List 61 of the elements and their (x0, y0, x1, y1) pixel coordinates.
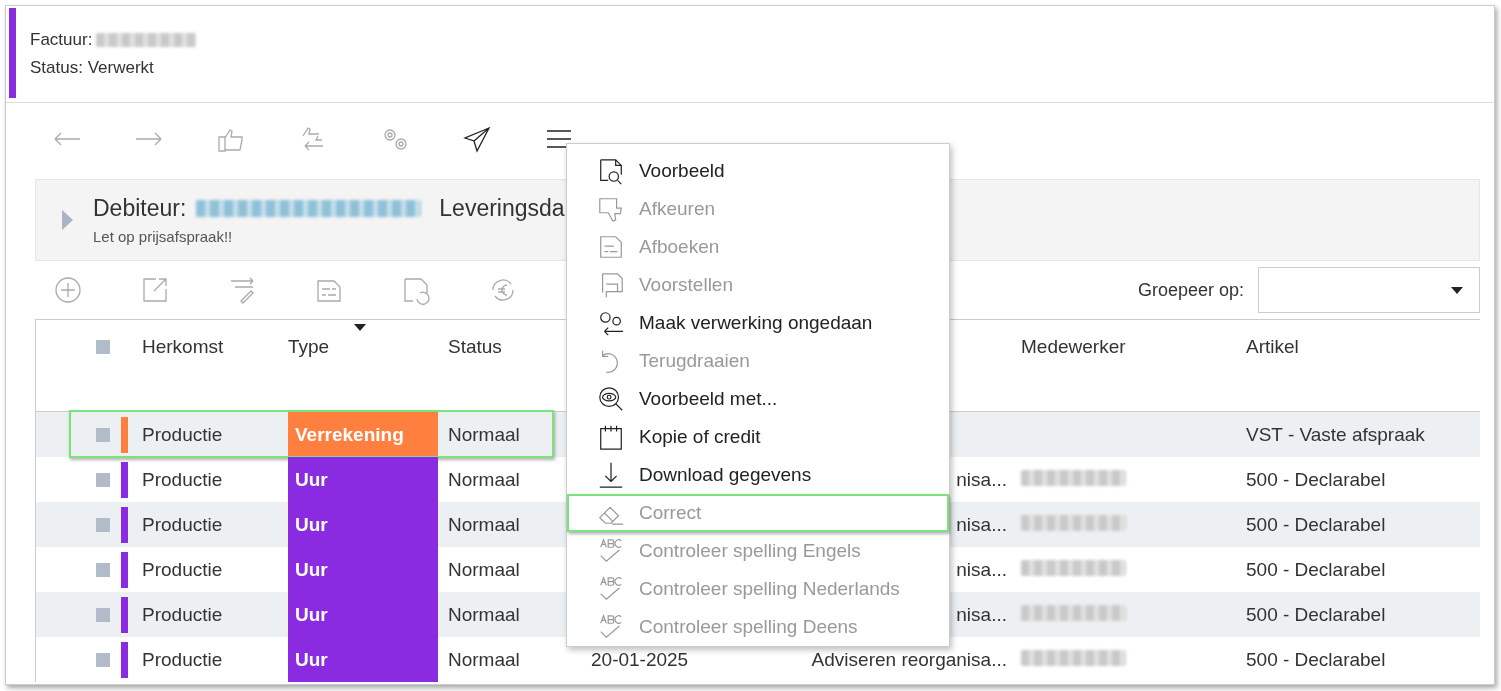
table-cell-text: 500 - Declarabel (1245, 558, 1387, 581)
row-checkbox[interactable] (96, 562, 110, 577)
menu-item[interactable]: Download gegevens (567, 456, 949, 494)
menu-item[interactable]: Kopie of credit (567, 418, 949, 456)
column-header[interactable]: Herkomst (132, 336, 288, 358)
type-cell: Uur (288, 547, 438, 592)
table-cell-text: Normaal (447, 603, 521, 626)
invoice-label: Factuur: (30, 30, 93, 50)
delivery-date-label: Leveringsda (439, 195, 565, 222)
send-icon[interactable] (462, 124, 492, 154)
row-checkbox[interactable] (96, 472, 110, 487)
table-cell-text: Productie (141, 468, 224, 491)
table-cell-text: Normaal (447, 423, 521, 446)
debtor-label: Debiteur: (93, 195, 187, 222)
type-cell: Uur (288, 457, 438, 502)
table-cell-text: Productie (141, 513, 224, 536)
group-by-label: Groepeer op: (1137, 279, 1244, 301)
column-header[interactable]: Artikel (1236, 336, 1480, 358)
table-cell-text: Normaal (447, 648, 521, 671)
caret-icon (1451, 286, 1463, 294)
select-all-checkbox[interactable] (96, 340, 110, 354)
row-checkbox[interactable] (96, 652, 110, 667)
menu-item[interactable]: Maak verwerking ongedaan (567, 304, 949, 342)
table-cell-text: 500 - Declarabel (1245, 513, 1387, 536)
clipboard-icon[interactable] (597, 423, 625, 451)
download-icon[interactable] (597, 461, 625, 489)
column-header[interactable]: Medewerker (1011, 336, 1236, 358)
table-cell-text: Normaal (447, 513, 521, 536)
row-checkbox[interactable] (96, 517, 110, 532)
type-cell: Verrekening (288, 412, 438, 457)
table-cell: Adviseren reorganisa... (811, 648, 1007, 670)
eye-search-icon[interactable] (597, 385, 625, 413)
table-cell-text: Productie (141, 423, 224, 446)
document-search-icon[interactable] (597, 157, 625, 185)
expand-icon[interactable] (62, 210, 73, 230)
table-cell-text: Normaal (447, 558, 521, 581)
table-cell-text: 500 - Declarabel (1245, 468, 1387, 491)
table-cell: 20-01-2025 (591, 648, 689, 670)
table-cell-text: VST - Vaste afspraak (1245, 423, 1426, 446)
type-cell: Uur (288, 637, 438, 682)
row-checkbox[interactable] (96, 607, 110, 622)
table-cell: nisa... (956, 513, 1007, 535)
type-cell: Uur (288, 502, 438, 547)
type-cell: Uur (288, 592, 438, 637)
table-cell: nisa... (956, 468, 1007, 490)
invoice-status: Status: Verwerkt (30, 58, 155, 78)
sort-icon (354, 324, 366, 331)
menu-item[interactable]: Voorbeeld met... (567, 380, 949, 418)
table-cell-text: Normaal (447, 468, 521, 491)
row-checkbox[interactable] (96, 427, 110, 442)
debtor-note: Let op prijsafspraak!! (93, 228, 234, 245)
table-cell-text: Productie (141, 603, 224, 626)
table-cell-text: 500 - Declarabel (1245, 648, 1387, 671)
group-by-dropdown[interactable] (1258, 267, 1480, 313)
table-cell-text: 500 - Declarabel (1245, 603, 1387, 626)
menu-item[interactable]: Voorbeeld (567, 152, 949, 190)
column-header[interactable]: Type (288, 336, 438, 358)
table-cell: nisa... (956, 603, 1007, 625)
table-cell-text: Productie (141, 648, 224, 671)
table-cell: nisa... (956, 558, 1007, 580)
table-cell-text: Productie (141, 558, 224, 581)
